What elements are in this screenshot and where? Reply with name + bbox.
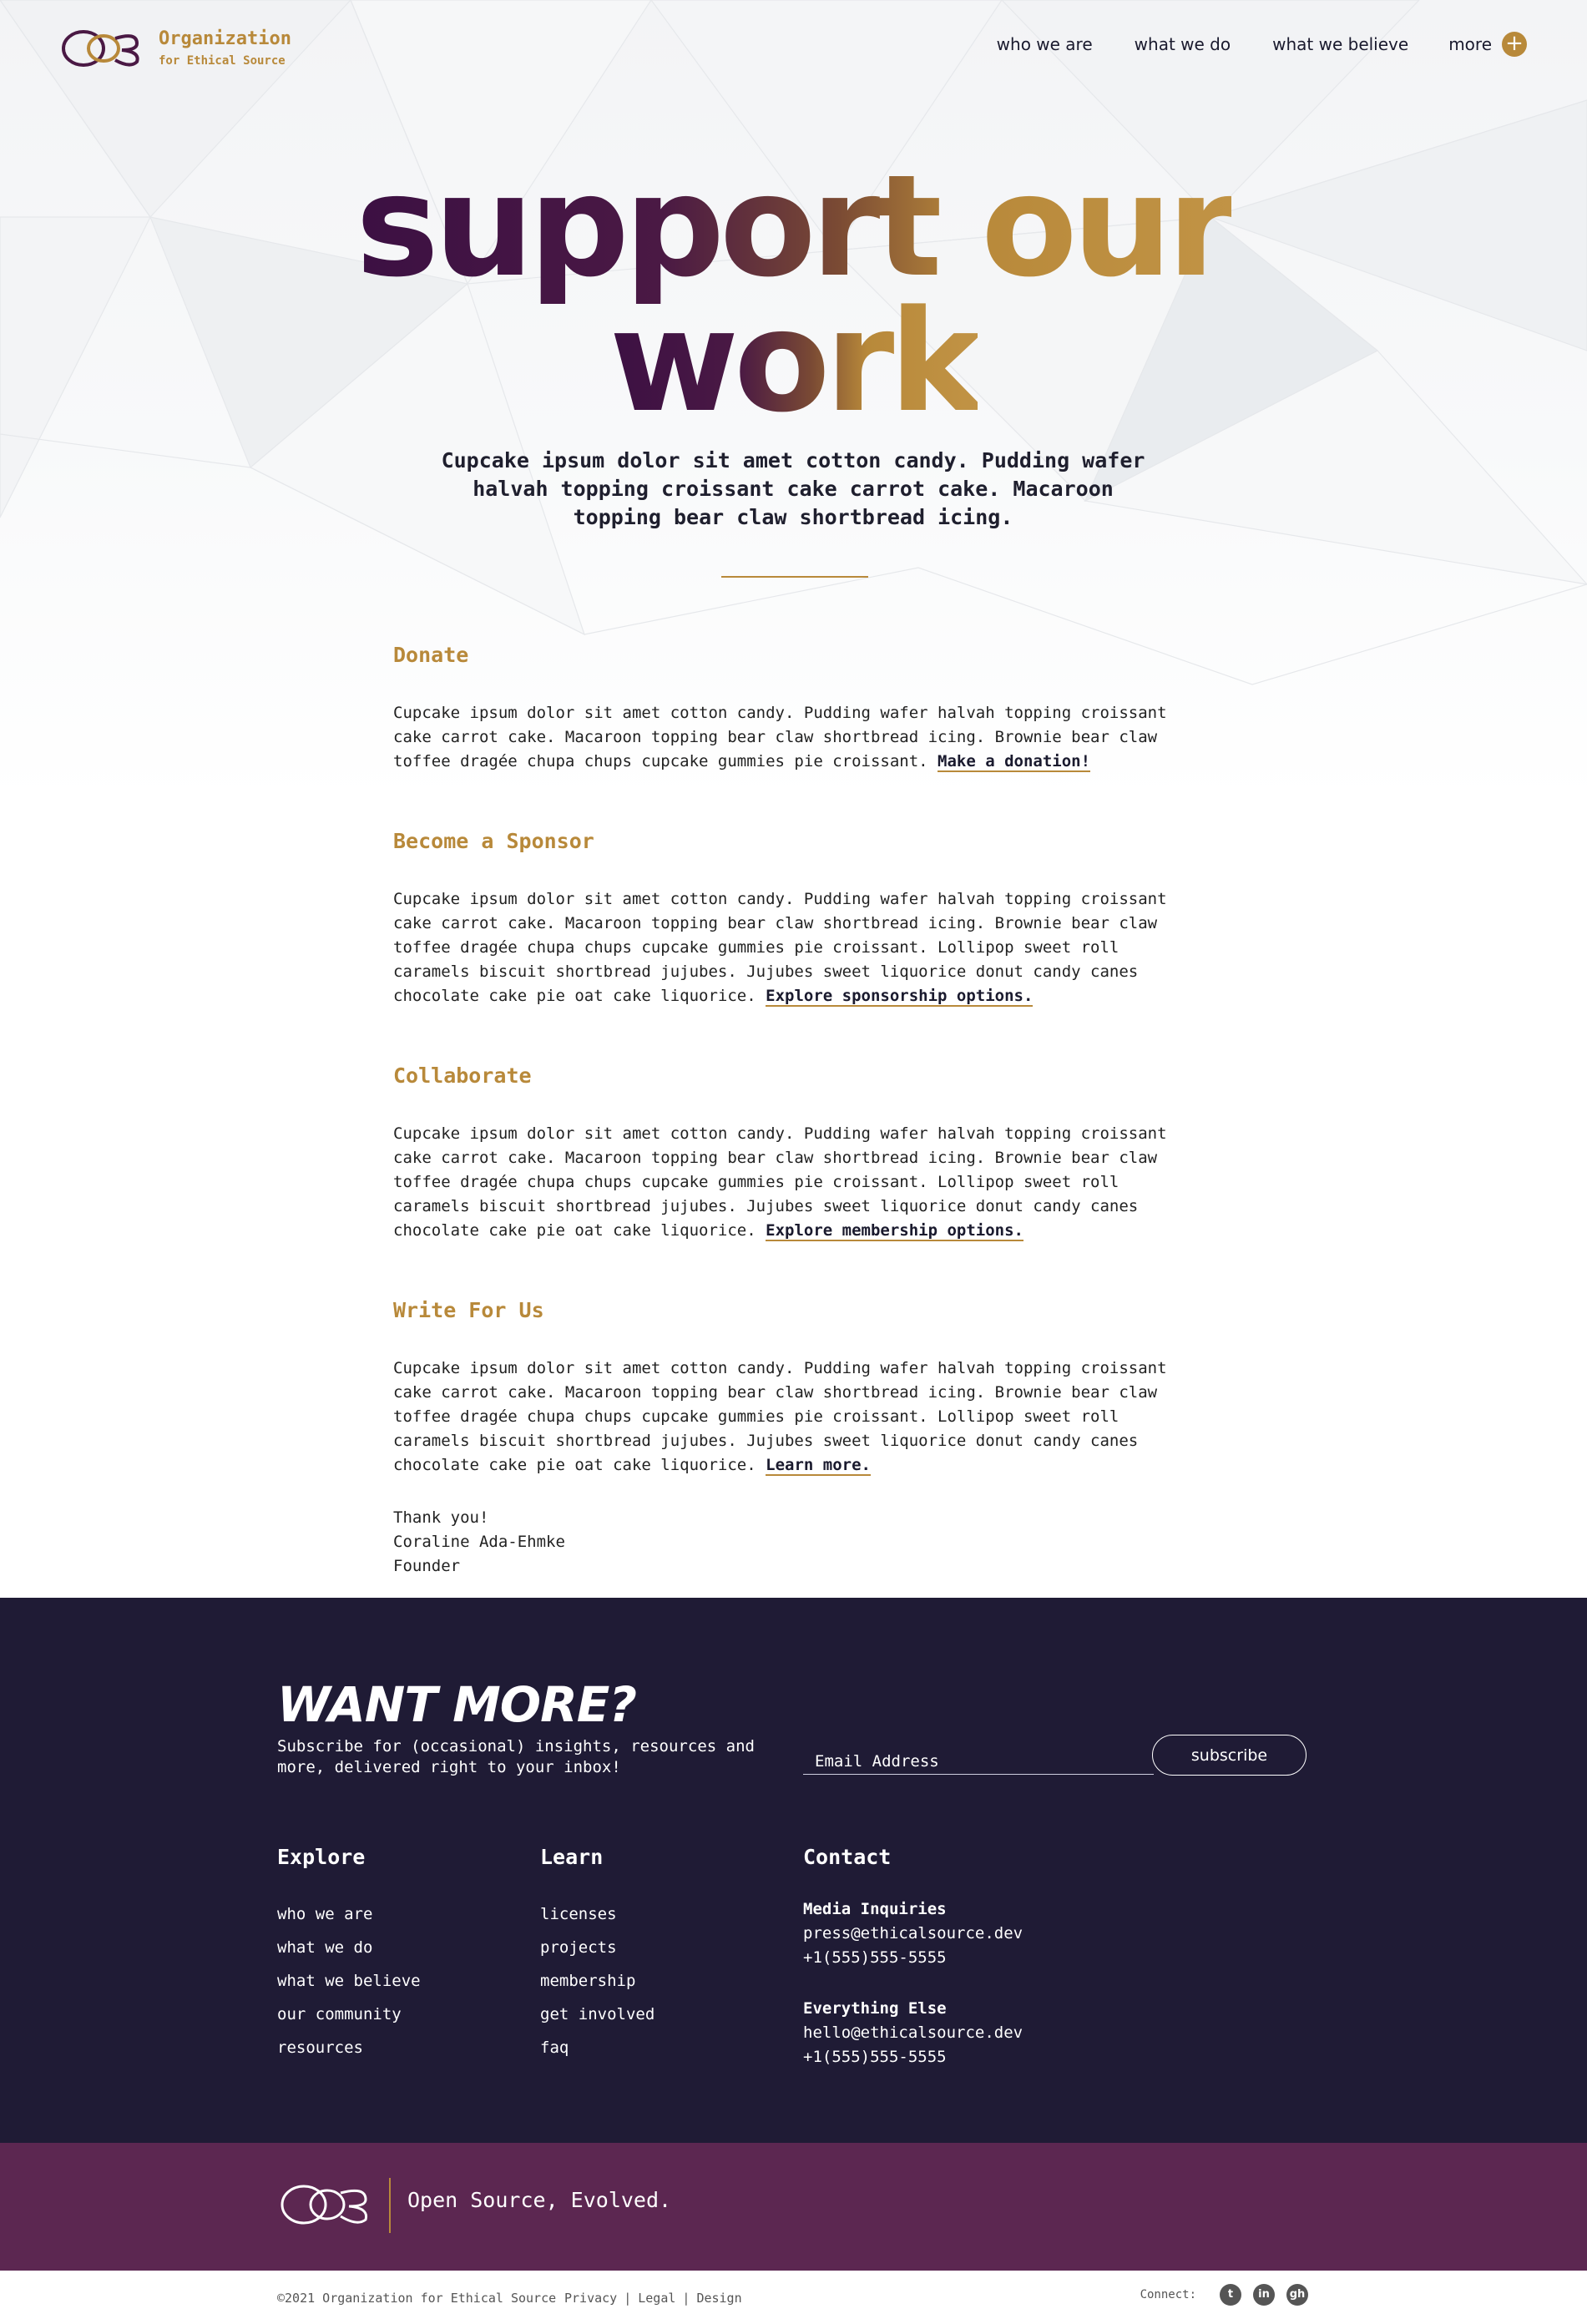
section-donate: Donate Cupcake ipsum dolor sit amet cott… [393, 634, 1195, 774]
plus-icon: + [1502, 32, 1527, 57]
footer-link-our-community[interactable]: our community [277, 2005, 402, 2023]
contact-phone[interactable]: +1(555)555-5555 [803, 1946, 1023, 1970]
learn-more-link[interactable]: Learn more. [766, 1456, 871, 1476]
tagline: Open Source, Evolved. [407, 2188, 672, 2212]
email-field[interactable] [803, 1736, 1154, 1775]
membership-link[interactable]: Explore membership options. [766, 1221, 1023, 1241]
separator: | [624, 2291, 632, 2306]
privacy-link[interactable]: Privacy [564, 2291, 617, 2306]
signoff-name: Coraline Ada-Ehmke [393, 1533, 565, 1551]
footer-learn: Learn licenses projects membership get i… [540, 1845, 655, 2064]
twitter-icon[interactable]: t [1220, 2284, 1241, 2306]
brand-subname: for Ethical Source [159, 54, 286, 68]
section-sponsor: Become a Sponsor Cupcake ipsum dolor sit… [393, 821, 1195, 1008]
section-body: Cupcake ipsum dolor sit amet cotton cand… [393, 704, 1167, 772]
section-heading: Write For Us [393, 1298, 544, 1322]
contact-media: Media Inquiries press@ethicalsource.dev … [803, 1897, 1023, 1970]
signoff-title: Founder [393, 1557, 461, 1575]
footer-contact: Contact Media Inquiries press@ethicalsou… [803, 1845, 1023, 2096]
footer: WANT MORE? Subscribe for (occasional) in… [0, 1598, 1587, 2143]
band-divider [389, 2178, 391, 2233]
footer-explore: Explore who we are what we do what we be… [277, 1845, 421, 2064]
newsletter-subtitle: Subscribe for (occasional) insights, res… [277, 1737, 755, 1776]
brand-name: Organization [159, 28, 291, 49]
footer-link-who-we-are[interactable]: who we are [277, 1905, 372, 1923]
footer-heading: Contact [803, 1845, 892, 1869]
separator: | [682, 2291, 690, 2306]
contact-label: Everything Else [803, 1999, 947, 2018]
footer-link-licenses[interactable]: licenses [540, 1905, 617, 1923]
page-title: support our work [0, 156, 1587, 432]
design-link[interactable]: Design [696, 2291, 741, 2306]
github-icon[interactable]: gh [1286, 2284, 1308, 2306]
main-content: Donate Cupcake ipsum dolor sit amet cott… [393, 634, 1195, 1579]
footer-link-projects[interactable]: projects [540, 1938, 617, 1957]
sponsorship-link[interactable]: Explore sponsorship options. [766, 987, 1034, 1007]
social-connect: Connect: t in gh [1140, 2284, 1308, 2306]
nav-more-button[interactable]: more + [1448, 32, 1527, 57]
bottom-bar: ©2021 Organization for Ethical Source Pr… [0, 2271, 1587, 2324]
newsletter-title: WANT MORE? [277, 1676, 637, 1733]
footer-link-what-we-believe[interactable]: what we believe [277, 1972, 421, 1990]
footer-link-membership[interactable]: membership [540, 1972, 635, 1990]
signoff-thanks: Thank you! [393, 1508, 489, 1527]
contact-email[interactable]: press@ethicalsource.dev [803, 1922, 1023, 1946]
legal-links: Privacy | Legal | Design [564, 2291, 742, 2306]
copyright: ©2021 Organization for Ethical Source [277, 2291, 557, 2306]
footer-heading: Explore [277, 1845, 366, 1869]
linkedin-icon[interactable]: in [1253, 2284, 1275, 2306]
hero-divider [721, 576, 868, 578]
section-body: Cupcake ipsum dolor sit amet cotton cand… [393, 1359, 1167, 1476]
oes-logo-icon [62, 30, 139, 67]
footer-link-resources[interactable]: resources [277, 2039, 363, 2057]
main-nav: who we are what we do what we believe mo… [955, 32, 1527, 57]
site-logo[interactable]: Organization for Ethical Source [60, 25, 291, 72]
footer-link-faq[interactable]: faq [540, 2039, 569, 2057]
contact-phone[interactable]: +1(555)555-5555 [803, 2045, 1023, 2069]
footer-heading: Learn [540, 1845, 604, 1869]
page-title-line-2: work [609, 280, 983, 443]
oes-logo-icon [281, 2185, 368, 2225]
legal-link[interactable]: Legal [638, 2291, 675, 2306]
hero-subtitle: Cupcake ipsum dolor sit amet cotton cand… [441, 448, 1145, 529]
section-body: Cupcake ipsum dolor sit amet cotton cand… [393, 1124, 1167, 1241]
footer-tagline-band: Open Source, Evolved. [0, 2143, 1587, 2271]
site-header: Organization for Ethical Source who we a… [0, 0, 1587, 100]
subscribe-button[interactable]: subscribe [1152, 1735, 1306, 1776]
contact-label: Media Inquiries [803, 1900, 947, 1918]
section-heading: Donate [393, 643, 469, 667]
contact-email[interactable]: hello@ethicalsource.dev [803, 2021, 1023, 2045]
section-heading: Become a Sponsor [393, 829, 594, 853]
signoff: Thank you! Coraline Ada-Ehmke Founder [393, 1506, 1195, 1579]
section-body: Cupcake ipsum dolor sit amet cotton cand… [393, 890, 1167, 1007]
nav-more-label: more [1448, 34, 1492, 54]
nav-what-we-believe[interactable]: what we believe [1272, 34, 1408, 54]
contact-general: Everything Else hello@ethicalsource.dev … [803, 1997, 1023, 2069]
connect-label: Connect: [1140, 2288, 1196, 2301]
footer-link-get-involved[interactable]: get involved [540, 2005, 655, 2023]
donate-link[interactable]: Make a donation! [938, 752, 1091, 772]
section-heading: Collaborate [393, 1063, 532, 1088]
nav-who-we-are[interactable]: who we are [997, 34, 1093, 54]
section-collaborate: Collaborate Cupcake ipsum dolor sit amet… [393, 1055, 1195, 1243]
section-write-for-us: Write For Us Cupcake ipsum dolor sit ame… [393, 1290, 1195, 1478]
nav-what-we-do[interactable]: what we do [1135, 34, 1231, 54]
footer-link-what-we-do[interactable]: what we do [277, 1938, 372, 1957]
